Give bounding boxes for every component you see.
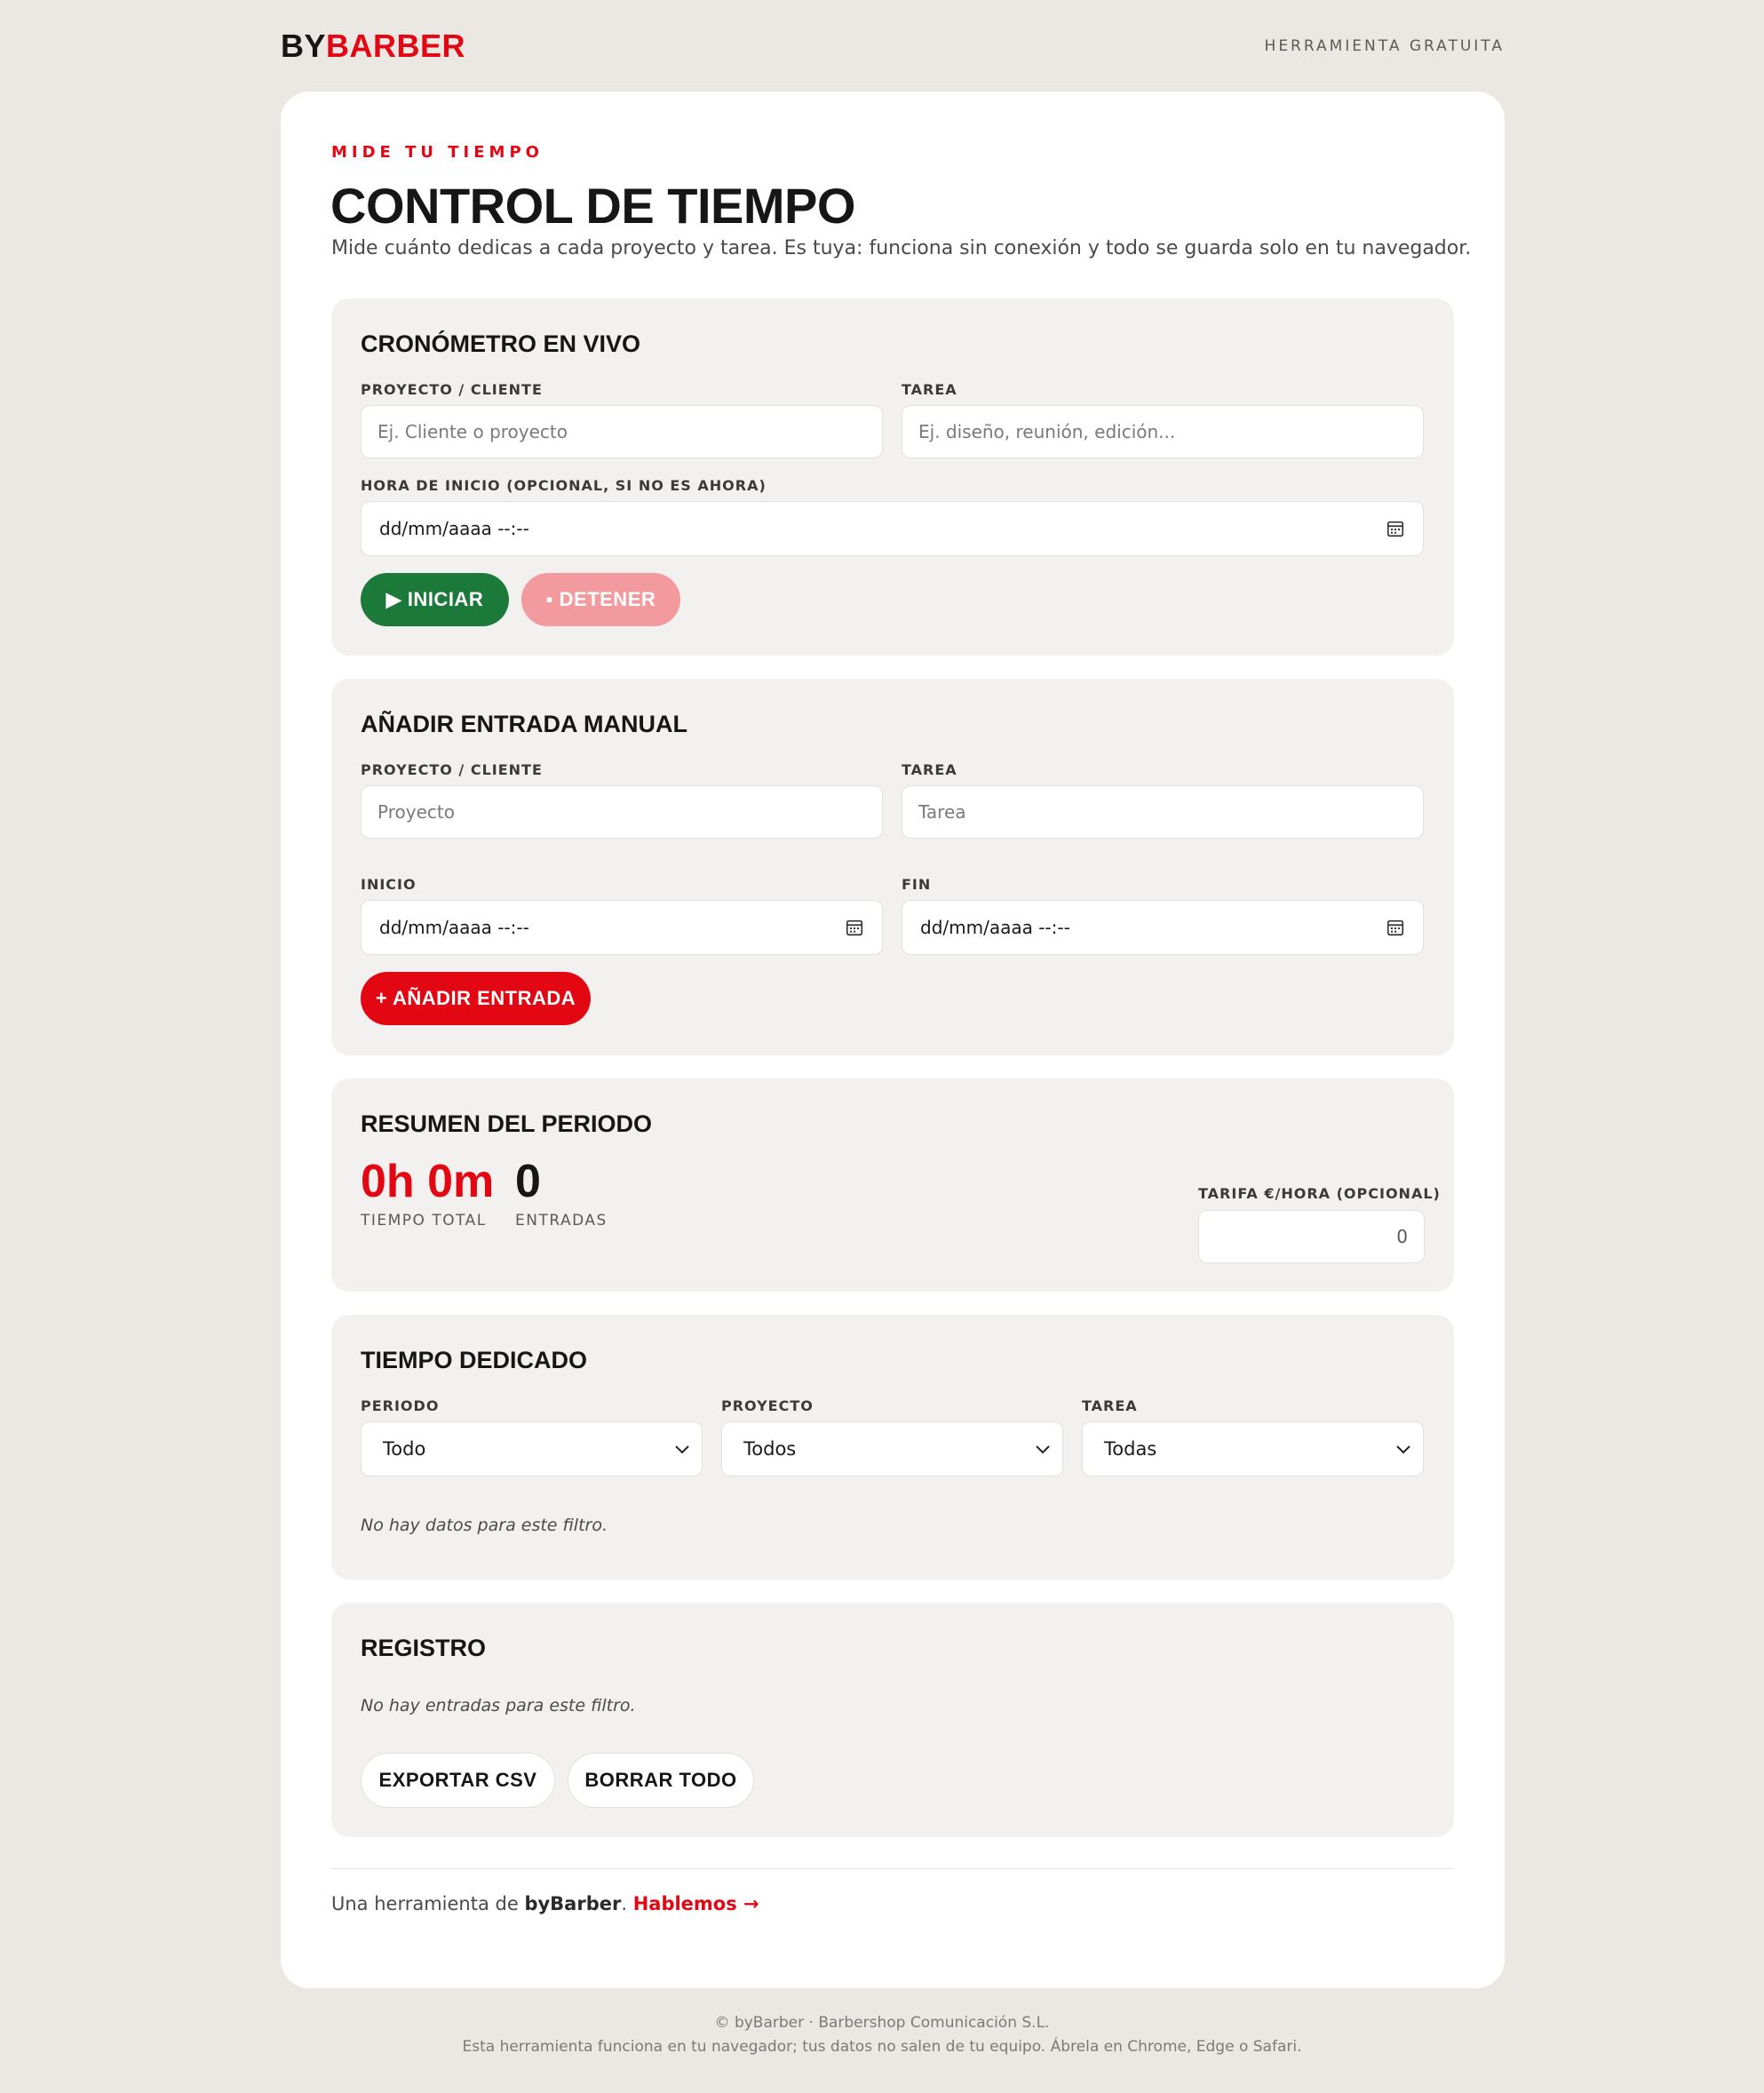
main-card: MIDE TU TIEMPO CONTROL DE TIEMPO Mide cu… — [281, 92, 1505, 1988]
legal-privacy-note: Esta herramienta funciona en tu navegado… — [462, 2038, 1302, 2056]
entries-count-label: ENTRADAS — [515, 1212, 608, 1230]
chevron-down-icon — [1396, 1445, 1410, 1454]
bybarber-logo[interactable]: BYBARBER — [281, 28, 465, 65]
manual-start-datetime-input[interactable]: dd/mm/aaaa --:-- — [361, 900, 883, 955]
footer-separator: . — [621, 1893, 633, 1914]
period-filter-label: PERIODO — [361, 1397, 440, 1414]
chevron-down-icon — [1036, 1445, 1050, 1454]
project-filter-select[interactable]: Todos — [721, 1421, 1063, 1476]
summary-title: RESUMEN DEL PERIODO — [361, 1110, 653, 1137]
manual-end-datetime-value: dd/mm/aaaa --:-- — [920, 917, 1070, 938]
rate-label: TARIFA €/HORA (OPCIONAL) — [1198, 1185, 1441, 1202]
logo-part-by: BY — [281, 28, 327, 64]
footer-prefix: Una herramienta de — [331, 1893, 525, 1914]
chevron-down-icon — [675, 1445, 689, 1454]
manual-end-label: FIN — [902, 876, 932, 893]
manual-entry-panel: AÑADIR ENTRADA MANUAL PROYECTO / CLIENTE… — [331, 679, 1454, 1055]
top-bar: BYBARBER HERRAMIENTA GRATUITA — [281, 28, 1505, 64]
live-task-input[interactable] — [902, 405, 1424, 458]
manual-start-datetime-value: dd/mm/aaaa --:-- — [379, 917, 529, 938]
total-time-label: TIEMPO TOTAL — [361, 1212, 487, 1230]
stop-button[interactable]: ▪ DETENER — [521, 573, 680, 626]
card-footer: Una herramienta de byBarber. Hablemos → — [331, 1893, 759, 1914]
task-filter-label: TAREA — [1082, 1397, 1138, 1414]
time-spent-title: TIEMPO DEDICADO — [361, 1347, 588, 1373]
period-filter-value: Todo — [383, 1438, 426, 1460]
task-filter-select[interactable]: Todas — [1082, 1421, 1424, 1476]
live-project-input[interactable] — [361, 405, 883, 458]
log-panel: REGISTRO No hay entradas para este filtr… — [331, 1603, 1454, 1837]
calendar-icon[interactable] — [1386, 519, 1405, 538]
footer-brand: byBarber — [524, 1893, 622, 1914]
live-start-datetime-input[interactable]: dd/mm/aaaa --:-- — [361, 501, 1424, 556]
time-spent-panel: TIEMPO DEDICADO PERIODO Todo PROYECTO To… — [331, 1315, 1454, 1580]
log-empty-message: No hay entradas para este filtro. — [361, 1696, 636, 1715]
free-tool-tag: HERRAMIENTA GRATUITA — [1264, 37, 1505, 55]
manual-project-input[interactable] — [361, 785, 883, 839]
page-title: CONTROL DE TIEMPO — [330, 178, 855, 234]
add-entry-button[interactable]: + AÑADIR ENTRADA — [361, 972, 591, 1025]
live-timer-panel: CRONÓMETRO EN VIVO PROYECTO / CLIENTE TA… — [331, 298, 1454, 656]
time-spent-empty-message: No hay datos para este filtro. — [361, 1516, 608, 1535]
live-task-label: TAREA — [902, 381, 957, 398]
live-project-label: PROYECTO / CLIENTE — [361, 381, 543, 398]
rate-input[interactable] — [1198, 1210, 1425, 1263]
live-start-label: HORA DE INICIO (OPCIONAL, SI NO ES AHORA… — [361, 477, 767, 494]
calendar-icon[interactable] — [1386, 918, 1405, 937]
page-subtitle: Mide cuánto dedicas a cada proyecto y ta… — [331, 237, 1472, 259]
manual-end-datetime-input[interactable]: dd/mm/aaaa --:-- — [902, 900, 1424, 955]
footer-divider — [331, 1868, 1454, 1869]
task-filter-value: Todas — [1104, 1438, 1157, 1460]
calendar-icon[interactable] — [845, 918, 864, 937]
manual-task-label: TAREA — [902, 761, 957, 778]
legal-copyright: © byBarber · Barbershop Comunicación S.L… — [714, 2014, 1050, 2032]
eyebrow: MIDE TU TIEMPO — [331, 143, 544, 162]
log-title: REGISTRO — [361, 1635, 487, 1661]
period-filter-select[interactable]: Todo — [361, 1421, 703, 1476]
export-csv-button[interactable]: EXPORTAR CSV — [361, 1753, 555, 1808]
live-timer-title: CRONÓMETRO EN VIVO — [361, 330, 641, 357]
entries-count-value: 0 — [515, 1156, 541, 1207]
project-filter-label: PROYECTO — [721, 1397, 814, 1414]
manual-task-input[interactable] — [902, 785, 1424, 839]
manual-start-label: INICIO — [361, 876, 417, 893]
project-filter-value: Todos — [743, 1438, 797, 1460]
logo-part-barber: BARBER — [326, 28, 466, 64]
contact-link[interactable]: Hablemos → — [633, 1893, 759, 1914]
start-button[interactable]: ▶ INICIAR — [361, 573, 509, 626]
live-start-datetime-value: dd/mm/aaaa --:-- — [379, 518, 529, 539]
manual-project-label: PROYECTO / CLIENTE — [361, 761, 543, 778]
clear-all-button[interactable]: BORRAR TODO — [568, 1753, 754, 1808]
summary-panel: RESUMEN DEL PERIODO 0h 0m TIEMPO TOTAL 0… — [331, 1078, 1454, 1292]
total-time-value: 0h 0m — [361, 1156, 495, 1207]
manual-entry-title: AÑADIR ENTRADA MANUAL — [361, 711, 687, 737]
